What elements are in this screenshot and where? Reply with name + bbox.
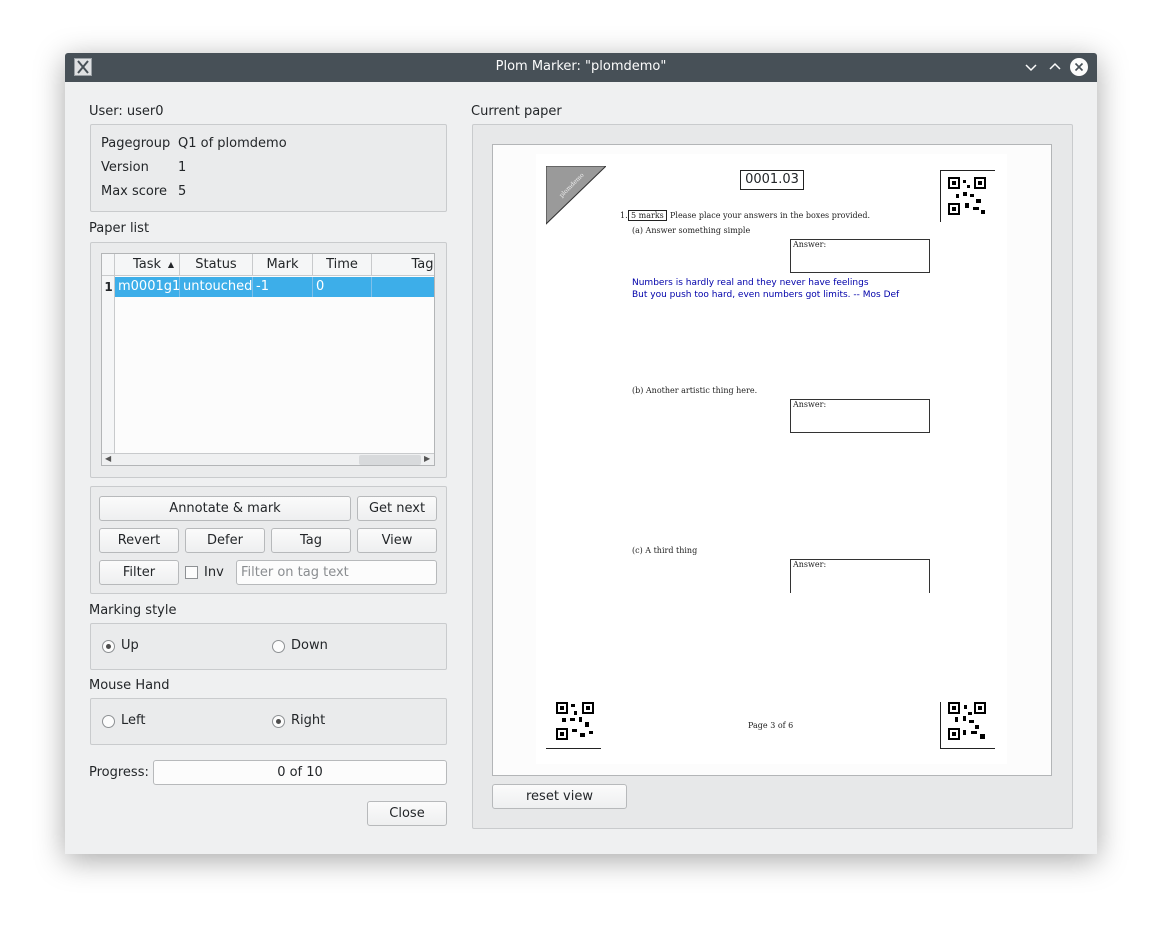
column-header-mark[interactable]: Mark (253, 254, 313, 276)
minimize-icon[interactable] (1022, 58, 1040, 76)
paper-list-title: Paper list (89, 221, 150, 236)
row-number[interactable]: 1 (102, 277, 115, 297)
reset-view-button[interactable]: reset view (492, 784, 627, 809)
scrollbar-handle[interactable] (359, 455, 421, 465)
question-number: 1. (620, 211, 628, 220)
answer-label-c: Answer: (793, 560, 827, 569)
qr-code-bottom-left-icon (556, 702, 594, 740)
handwriting-line-1: Numbers is hardly real and they never ha… (632, 278, 869, 288)
progress-label: Progress: (89, 765, 149, 780)
part-a-text: (a) Answer something simple (632, 226, 751, 235)
cell-task[interactable]: m0001g1 (115, 277, 180, 297)
answer-label-a: Answer: (793, 240, 827, 249)
qr-code-top-right-icon (948, 177, 986, 215)
version-value: 1 (178, 160, 187, 175)
cell-mark[interactable]: -1 (253, 277, 313, 297)
column-header-task[interactable]: Task ▲ (115, 254, 180, 276)
marking-up-label[interactable]: Up (121, 638, 139, 653)
inv-checkbox[interactable] (185, 566, 198, 579)
column-header-status[interactable]: Status (180, 254, 253, 276)
marking-up-radio[interactable] (102, 640, 115, 653)
paper-code: 0001.03 (740, 170, 804, 190)
scroll-right-icon[interactable]: ▶ (424, 454, 430, 463)
view-button[interactable]: View (357, 528, 437, 553)
close-button[interactable]: Close (367, 801, 447, 826)
get-next-button[interactable]: Get next (357, 496, 437, 521)
horizontal-scrollbar[interactable]: ◀ ▶ (102, 453, 434, 465)
progress-text: 0 of 10 (277, 765, 323, 780)
user-label: User: user0 (89, 104, 164, 119)
mouse-left-radio[interactable] (102, 715, 115, 728)
close-window-icon[interactable] (1070, 58, 1088, 76)
inv-label: Inv (204, 565, 224, 580)
cell-tag[interactable] (372, 277, 434, 297)
marking-down-label[interactable]: Down (291, 638, 328, 653)
row-header-corner (102, 254, 115, 276)
corner-mark (940, 702, 941, 749)
maximize-icon[interactable] (1046, 58, 1064, 76)
window-title: Plom Marker: "plomdemo" (495, 59, 667, 74)
question-text: Please place your answers in the boxes p… (670, 211, 871, 220)
mouse-right-label[interactable]: Right (291, 713, 325, 728)
question-marks: 5 marks (628, 210, 667, 221)
column-header-time[interactable]: Time (313, 254, 372, 276)
page-footer: Page 3 of 6 (748, 721, 794, 730)
answer-label-b: Answer: (793, 400, 827, 409)
current-paper-title: Current paper (471, 104, 562, 119)
row-header-column (102, 276, 115, 465)
answer-box-b: Answer: (790, 399, 930, 433)
paper-page-image[interactable]: plomdemo 0001.03 1. 5 marks Please place… (536, 154, 1007, 764)
marking-down-radio[interactable] (272, 640, 285, 653)
progress-bar: 0 of 10 (153, 760, 447, 785)
title-bar[interactable]: Plom Marker: "plomdemo" (65, 53, 1097, 82)
pagegroup-label: Pagegroup (101, 136, 171, 151)
answer-box-a: Answer: (790, 239, 930, 273)
corner-mark (940, 170, 995, 171)
answer-box-c: Answer: (790, 559, 930, 593)
sort-ascending-icon: ▲ (167, 260, 174, 269)
annotate-mark-button[interactable]: Annotate & mark (99, 496, 351, 521)
mouse-hand-title: Mouse Hand (89, 678, 170, 693)
maxscore-value: 5 (178, 184, 187, 199)
pagegroup-value: Q1 of plomdemo (178, 136, 287, 151)
version-label: Version (101, 160, 149, 175)
corner-mark (546, 748, 601, 749)
marking-style-group (90, 623, 447, 670)
revert-button[interactable]: Revert (99, 528, 179, 553)
part-c-text: (c) A third thing (632, 546, 698, 555)
scroll-left-icon[interactable]: ◀ (105, 454, 111, 463)
maxscore-label: Max score (101, 184, 167, 199)
corner-mark (940, 748, 995, 749)
corner-mark (940, 170, 941, 222)
handwriting-line-2: But you push too hard, even numbers got … (632, 290, 900, 300)
defer-button[interactable]: Defer (185, 528, 265, 553)
column-header-tag[interactable]: Tag (372, 254, 434, 276)
filter-button[interactable]: Filter (99, 560, 179, 585)
cell-status[interactable]: untouched (180, 277, 253, 297)
qr-code-bottom-right-icon (948, 702, 986, 740)
part-b-text: (b) Another artistic thing here. (632, 386, 758, 395)
mouse-left-label[interactable]: Left (121, 713, 145, 728)
paper-table[interactable]: Task ▲ Status Mark Time Tag 1 m0001g1 un… (101, 253, 435, 466)
filter-tag-input[interactable]: Filter on tag text (236, 560, 437, 585)
cell-time[interactable]: 0 (313, 277, 372, 297)
tag-button[interactable]: Tag (271, 528, 351, 553)
column-task-label: Task (132, 257, 162, 272)
marking-style-title: Marking style (89, 603, 177, 618)
mouse-right-radio[interactable] (272, 715, 285, 728)
